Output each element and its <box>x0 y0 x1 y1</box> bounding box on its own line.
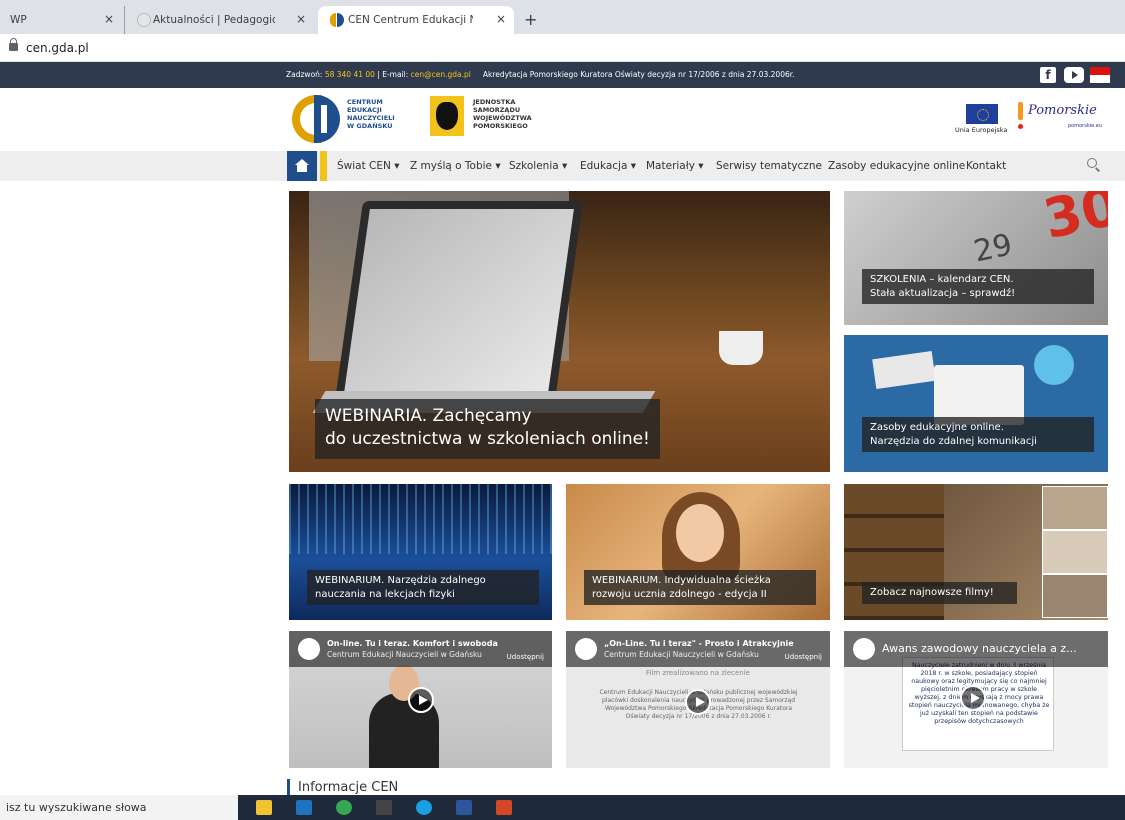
nav-edukacja[interactable]: Edukacja ▾ <box>580 160 636 172</box>
site-top-strip: Zadzwoń: 58 340 41 00 | E-mail: cen@cen.… <box>0 62 1125 88</box>
szkolenia-caption[interactable]: SZKOLENIA – kalendarz CEN. Stała aktuali… <box>862 269 1094 304</box>
word-icon[interactable] <box>456 800 472 815</box>
document-icon <box>934 365 1024 425</box>
lock-icon <box>9 38 18 51</box>
eu-label: Unia Europejska <box>955 126 1008 134</box>
video-title[interactable]: On-line. Tu i teraz. Komfort i swoboda <box>327 639 498 648</box>
main-nav: Świat CEN ▾ Z myślą o Tobie ▾ Szkolenia … <box>0 151 1125 181</box>
hero-caption[interactable]: WEBINARIA. Zachęcamy do uczestnictwa w s… <box>315 399 660 459</box>
eagle-coat-of-arms-icon <box>430 96 464 136</box>
uczen-caption[interactable]: WEBINARIUM. Indywidualna ścieżka rozwoju… <box>584 570 816 605</box>
nav-swiat-cen[interactable]: Świat CEN ▾ <box>337 160 400 172</box>
email-label: | E-mail: <box>374 70 411 79</box>
globe-icon <box>1034 345 1074 385</box>
close-icon[interactable]: × <box>104 12 114 26</box>
cen-favicon-icon <box>330 13 344 27</box>
file-explorer-icon[interactable] <box>256 800 272 815</box>
channel-avatar[interactable] <box>853 638 875 660</box>
nav-kontakt[interactable]: Kontakt <box>966 160 1006 172</box>
play-icon[interactable] <box>960 685 986 711</box>
phone-label: Zadzwoń: <box>286 70 325 79</box>
jst-logo-text: JEDNOSTKA SAMORZĄDU WOJEWÓDZTWA POMORSKIEG… <box>473 98 532 130</box>
youtube-video-3[interactable]: Nauczyciele zatrudnieni w dniu 3 wrześni… <box>844 631 1108 768</box>
channel-avatar[interactable] <box>575 638 597 660</box>
close-icon[interactable]: × <box>296 12 306 26</box>
pomorskie-logo[interactable]: Pomorskie <box>1028 103 1097 118</box>
new-tab-button[interactable]: + <box>524 10 537 29</box>
section-accent-bar <box>287 779 290 795</box>
szkolenia-tile[interactable]: 30 29 SZKOLENIA – kalendarz CEN. Stała a… <box>844 191 1108 325</box>
section-title: Informacje CEN <box>298 780 399 795</box>
browser-tab-bar: WP × Aktualności | Pedagogiczna Biblio ×… <box>0 0 1125 34</box>
nav-serwisy-tematyczne[interactable]: Serwisy tematyczne <box>716 160 822 172</box>
youtube-video-1[interactable]: On-line. Tu i teraz. Komfort i swoboda C… <box>289 631 552 768</box>
video-note: Film zrealizowano na zlecenie <box>646 669 750 677</box>
search-icon[interactable] <box>1087 158 1097 168</box>
nav-z-mysla-o-tobie[interactable]: Z myślą o Tobie ▾ <box>410 160 501 172</box>
video-title[interactable]: Awans zawodowy nauczyciela a z... <box>882 642 1077 655</box>
tab-label: WP <box>10 14 27 26</box>
video-channel[interactable]: Centrum Edukacji Nauczycieli w Gdańsku <box>604 650 759 659</box>
fizyka-tile[interactable]: WEBINARIUM. Narzędzia zdalnego nauczania… <box>289 484 552 620</box>
browser-tab-active[interactable]: CEN Centrum Edukacji Nauczyciel × <box>318 6 514 34</box>
video-channel[interactable]: Centrum Edukacji Nauczycieli w Gdańsku <box>327 650 482 659</box>
cup-image <box>719 331 763 365</box>
video-title[interactable]: „On-Line. Tu i teraz" - Prosto i Atrakcy… <box>604 639 794 648</box>
filmy-tile[interactable]: Zobacz najnowsze filmy! <box>844 484 1108 620</box>
messenger-icon[interactable] <box>416 800 432 815</box>
hero-webinaria-tile[interactable]: WEBINARIA. Zachęcamy do uczestnictwa w s… <box>289 191 830 472</box>
close-icon[interactable]: × <box>496 12 506 26</box>
bip-icon[interactable] <box>1090 67 1110 83</box>
contact-info: Zadzwoń: 58 340 41 00 | E-mail: cen@cen.… <box>286 70 795 79</box>
fizyka-caption[interactable]: WEBINARIUM. Narzędzia zdalnego nauczania… <box>307 570 539 605</box>
video-thumb <box>1042 530 1108 574</box>
uczen-zdolny-tile[interactable]: WEBINARIUM. Indywidualna ścieżka rozwoju… <box>566 484 830 620</box>
youtube-icon[interactable] <box>1064 67 1084 83</box>
home-icon[interactable] <box>287 151 317 181</box>
favicon-icon <box>137 13 151 27</box>
play-icon[interactable] <box>685 689 711 715</box>
share-button[interactable]: Udostępnij <box>785 653 822 661</box>
channel-avatar[interactable] <box>298 638 320 660</box>
taskbar-search-input[interactable]: isz tu wyszukiwane słowa <box>0 795 238 820</box>
nav-zasoby-edukacyjne[interactable]: Zasoby edukacyjne online <box>828 160 965 172</box>
youtube-video-2[interactable]: „On-Line. Tu i teraz" - Prosto i Atrakcy… <box>566 631 830 768</box>
video-thumb <box>1042 574 1108 618</box>
browser-tab[interactable]: Aktualności | Pedagogiczna Biblio × <box>124 6 314 34</box>
photos-icon[interactable] <box>376 800 392 815</box>
cen-logo-text: CENTRUM EDUKACJI NAUCZYCIELI W GDAŃSKU <box>347 98 395 130</box>
exclamation-logo-icon <box>1018 102 1023 129</box>
powerpoint-icon[interactable] <box>496 800 512 815</box>
email-link[interactable]: cen@cen.gda.pl <box>411 70 471 79</box>
play-icon[interactable] <box>408 687 434 713</box>
nav-szkolenia[interactable]: Szkolenia ▾ <box>509 160 567 172</box>
nav-materialy[interactable]: Materiały ▾ <box>646 160 704 172</box>
eu-flag-icon[interactable] <box>966 104 998 124</box>
cen-logo[interactable] <box>292 95 340 143</box>
laptop-image <box>334 201 584 401</box>
nav-accent-bar <box>320 151 327 181</box>
pomorskie-url: pomorskie.eu <box>1068 123 1103 129</box>
phone-link[interactable]: 58 340 41 00 <box>325 70 375 79</box>
video-thumb <box>1042 486 1108 530</box>
outlook-icon[interactable] <box>296 800 312 815</box>
address-bar[interactable]: cen.gda.pl <box>0 34 1125 62</box>
accreditation-text: Akredytacja Pomorskiego Kuratora Oświaty… <box>482 70 795 79</box>
filmy-caption[interactable]: Zobacz najnowsze filmy! <box>862 582 1017 604</box>
zasoby-caption[interactable]: Zasoby edukacyjne online. Narzędzia do z… <box>862 417 1094 452</box>
facebook-icon[interactable]: f <box>1040 67 1056 83</box>
chrome-icon[interactable] <box>336 800 352 815</box>
share-button[interactable]: Udostępnij <box>507 653 544 661</box>
windows-taskbar: isz tu wyszukiwane słowa <box>0 795 1125 820</box>
browser-tab[interactable]: WP × <box>0 6 122 34</box>
zasoby-tile[interactable]: Zasoby edukacyjne online. Narzędzia do z… <box>844 335 1108 472</box>
url-text[interactable]: cen.gda.pl <box>26 41 89 55</box>
